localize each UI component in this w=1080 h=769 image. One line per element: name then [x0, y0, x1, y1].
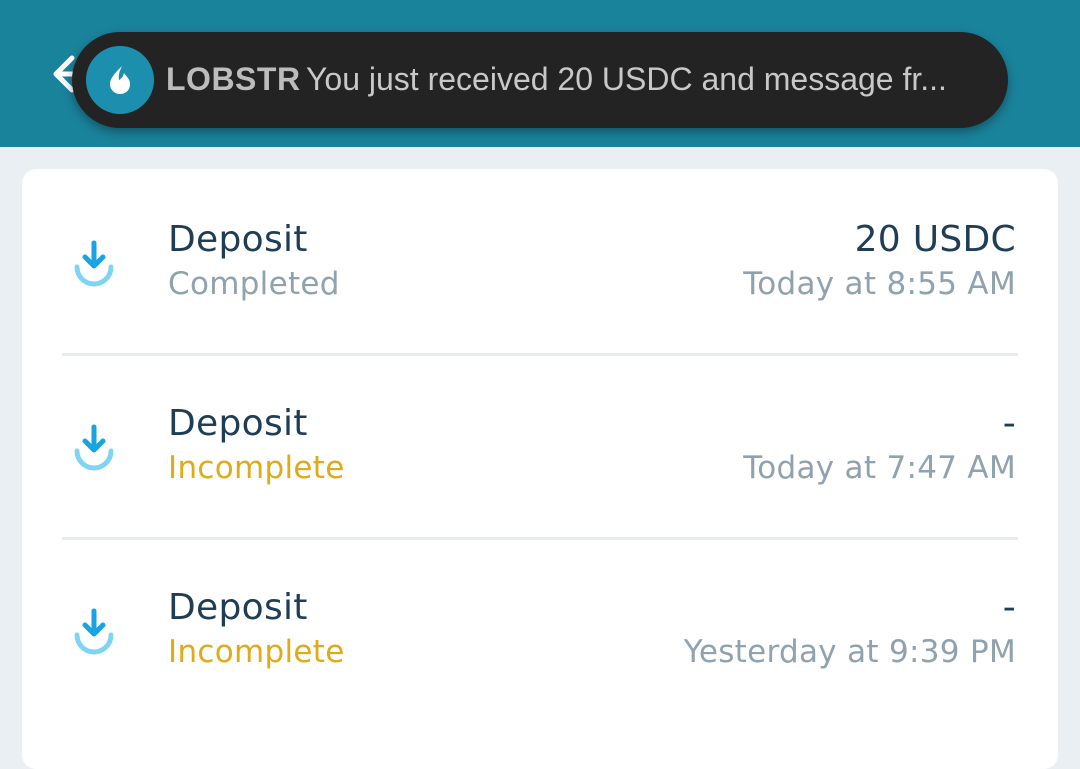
notification-app-name: LOBSTR	[166, 61, 301, 97]
transaction-row[interactable]: Deposit Completed 20 USDC Today at 8:55 …	[22, 169, 1058, 353]
transactions-card: Deposit Completed 20 USDC Today at 8:55 …	[22, 169, 1058, 769]
transaction-row[interactable]: Deposit Incomplete - Yesterday at 9:39 P…	[22, 538, 1058, 722]
transaction-title: Deposit	[168, 403, 308, 444]
transaction-amount: -	[1002, 403, 1016, 444]
transaction-amount: -	[1002, 587, 1016, 628]
download-icon	[74, 608, 114, 655]
download-icon	[74, 240, 114, 287]
transaction-amount: 20 USDC	[854, 219, 1016, 260]
transaction-title: Deposit	[168, 587, 308, 628]
transaction-status: Completed	[168, 266, 340, 302]
transaction-title: Deposit	[168, 219, 308, 260]
notification-toast[interactable]: LOBSTR You just received 20 USDC and mes…	[72, 32, 1008, 128]
download-icon	[74, 424, 114, 471]
notification-message: You just received 20 USDC and message fr…	[306, 61, 947, 97]
transaction-row[interactable]: Deposit Incomplete - Today at 7:47 AM	[22, 354, 1058, 538]
lobstr-logo-icon	[86, 46, 154, 114]
transaction-time: Today at 7:47 AM	[743, 450, 1016, 486]
transaction-status: Incomplete	[168, 450, 345, 486]
transaction-time: Yesterday at 9:39 PM	[683, 634, 1016, 670]
transaction-time: Today at 8:55 AM	[743, 266, 1016, 302]
transaction-status: Incomplete	[168, 634, 345, 670]
